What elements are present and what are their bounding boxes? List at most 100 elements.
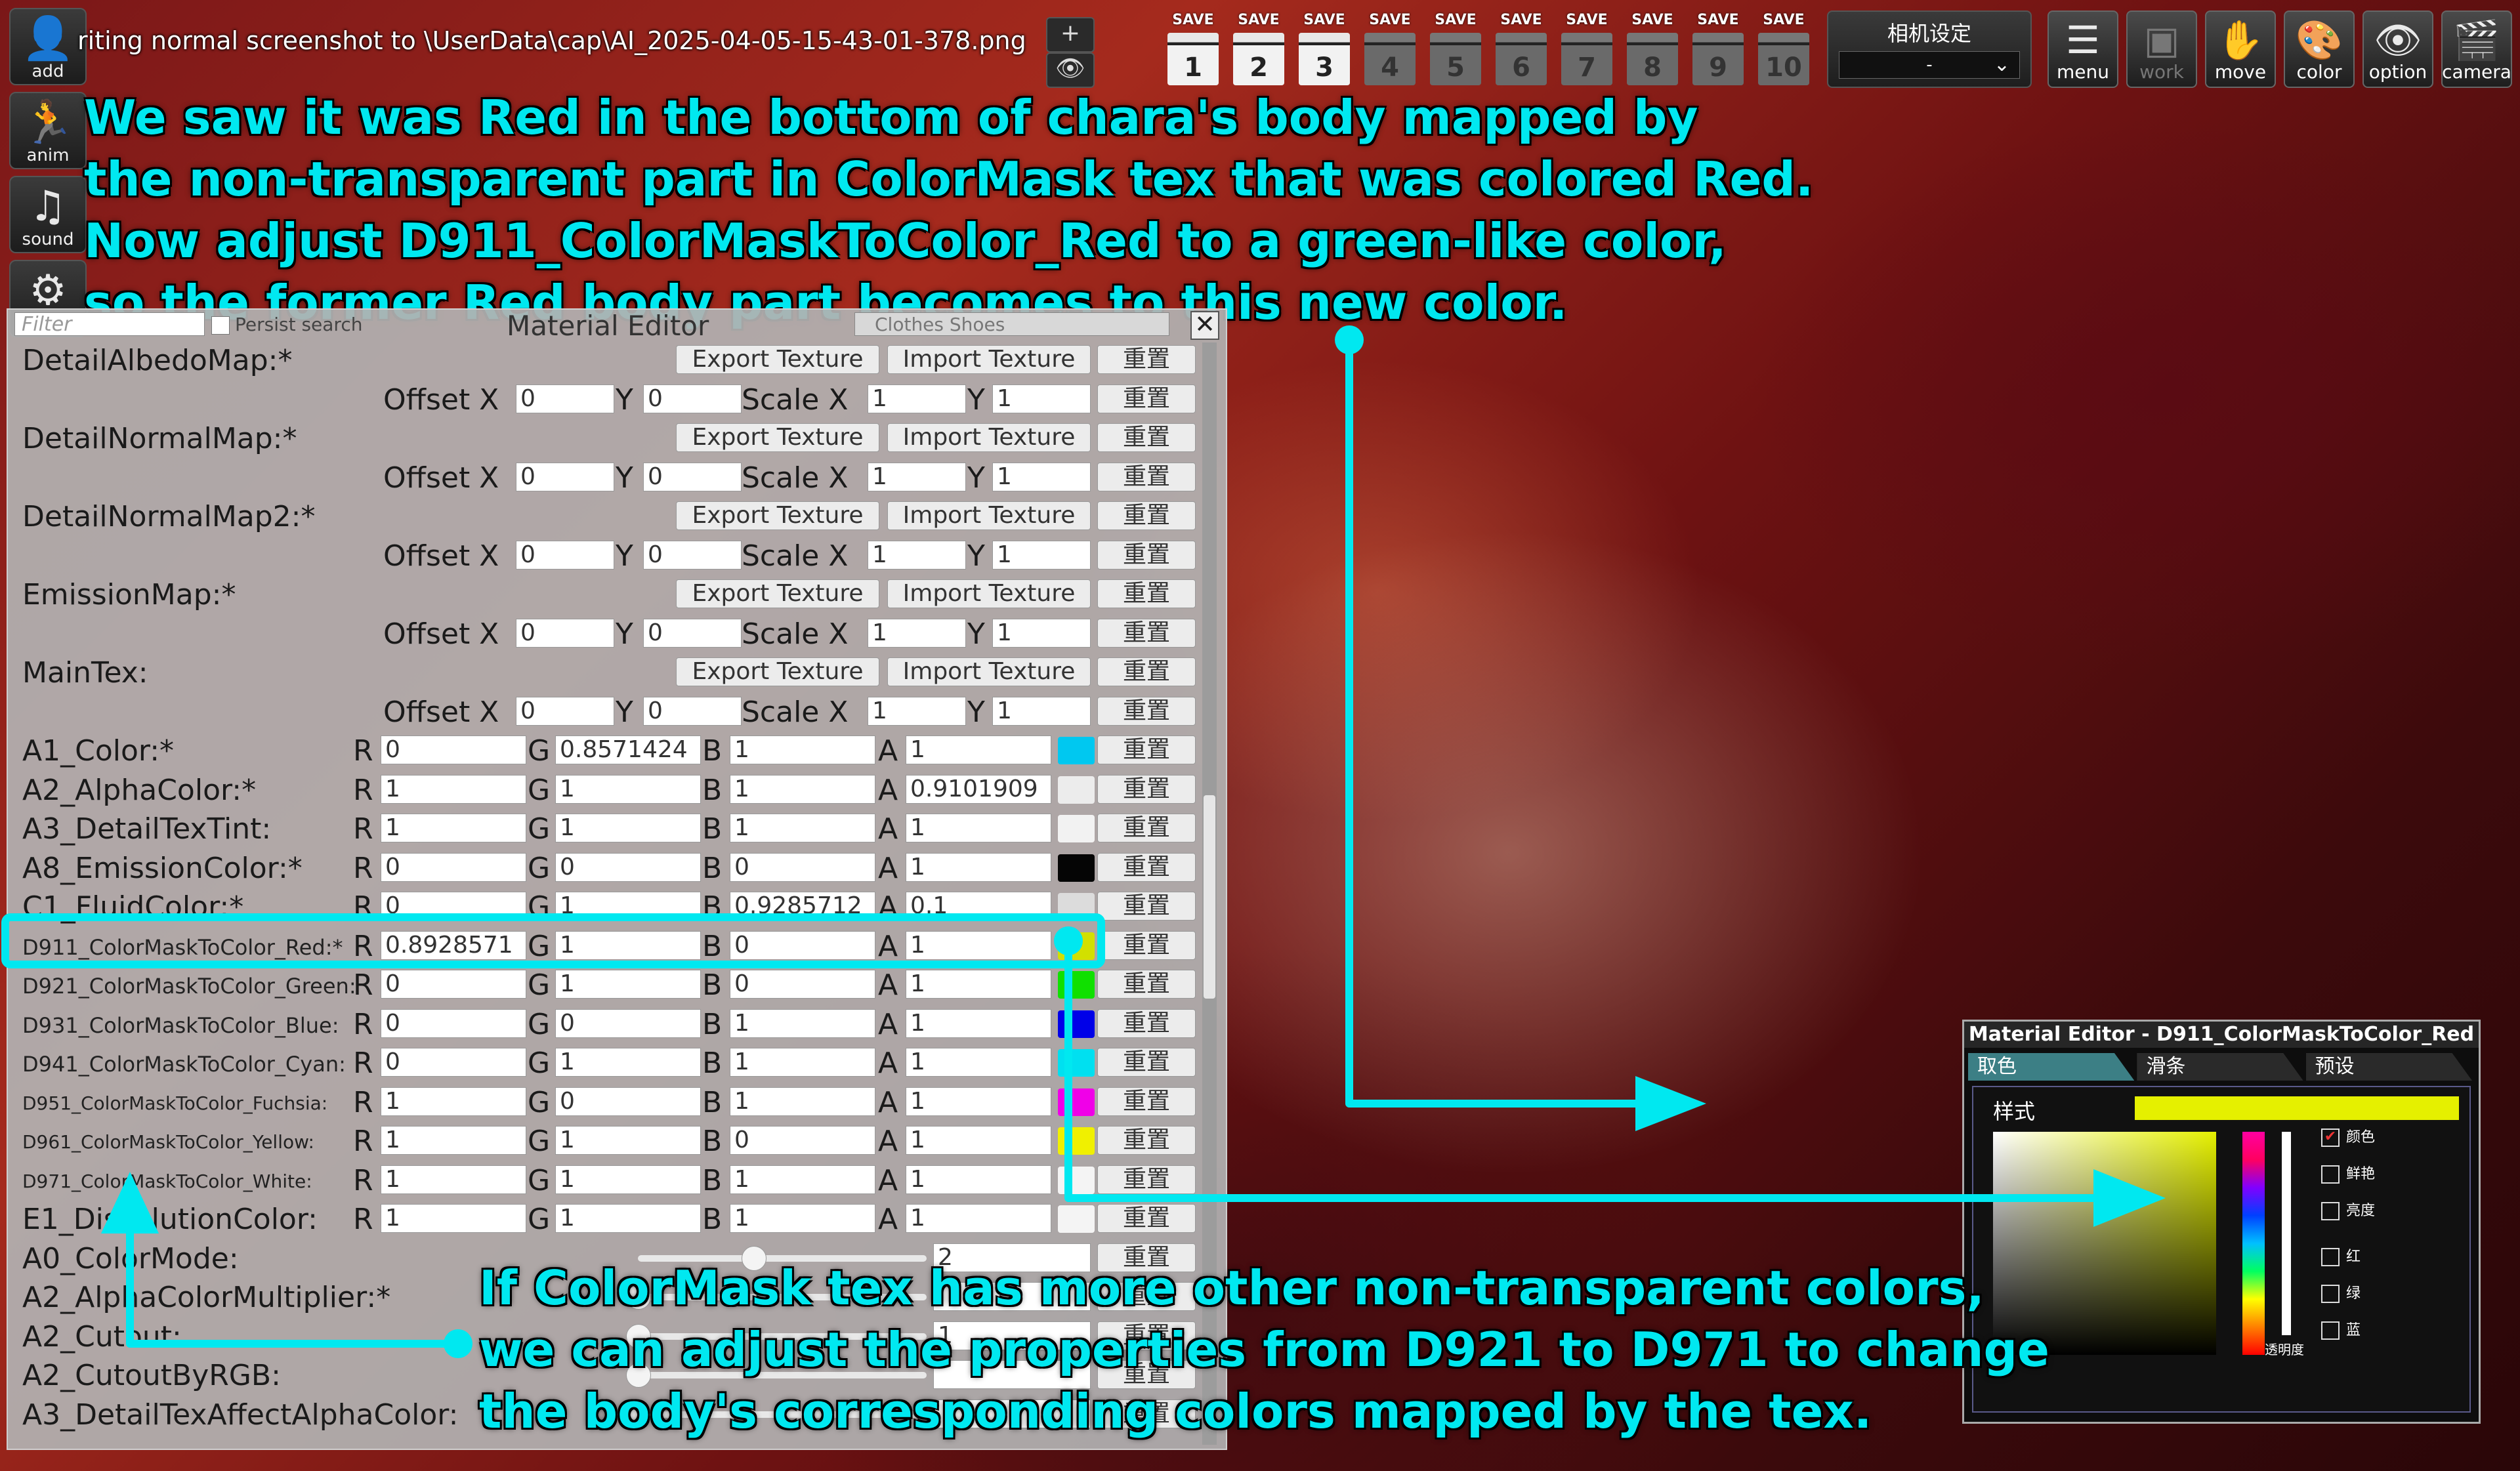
import-texture-button[interactable]: Import Texture [887,501,1091,530]
reset-button[interactable]: 重置 [1097,657,1196,686]
save-slot-3[interactable]: SAVE 3 [1297,12,1352,88]
save-slot-8[interactable]: SAVE 8 [1625,12,1680,88]
scrollbar-thumb[interactable] [1204,795,1215,999]
reset-button[interactable]: 重置 [1097,462,1196,491]
b-field[interactable]: 0 [730,970,875,999]
offset-y-field[interactable]: 0 [643,696,742,726]
b-field[interactable]: 1 [730,1204,875,1233]
color-swatch[interactable] [1058,1088,1095,1116]
save-slot-7[interactable]: SAVE 7 [1559,12,1614,88]
r-field[interactable]: 1 [381,1204,526,1233]
reset-button[interactable]: 重置 [1097,1204,1196,1233]
color-swatch[interactable] [1058,854,1095,882]
eye-small-button[interactable]: 👁 [1046,52,1095,88]
r-field[interactable]: 0.8928571 [381,930,526,960]
hue-slider[interactable] [2242,1132,2265,1355]
color-swatch[interactable] [1058,1049,1095,1077]
save-slot-6[interactable]: SAVE 6 [1494,12,1549,88]
a-field[interactable]: 1 [906,1048,1051,1077]
export-texture-button[interactable]: Export Texture [676,423,879,452]
scale-x-field[interactable]: 1 [868,540,966,570]
clothes-dropdown[interactable]: Clothes Shoes [854,312,1169,336]
r-field[interactable]: 0 [381,1008,526,1038]
side-tool-anim[interactable]: 🏃 anim [9,92,87,169]
camera-settings-select[interactable]: - ⌄ [1839,51,2020,79]
tool-move-button[interactable]: ✋ move [2205,10,2276,88]
reset-button[interactable]: 重置 [1097,696,1196,726]
r-field[interactable]: 0 [381,852,526,882]
reset-button[interactable]: 重置 [1097,852,1196,882]
add-small-button[interactable]: + [1046,17,1095,52]
option-5[interactable]: 蓝 [2321,1318,2361,1340]
offset-x-field[interactable]: 0 [516,696,614,726]
color-swatch[interactable] [1058,932,1095,960]
save-slot-1[interactable]: SAVE 1 [1166,12,1221,88]
option-2[interactable]: 亮度 [2321,1199,2375,1220]
scale-y-field[interactable]: 1 [992,540,1091,570]
save-slot-9[interactable]: SAVE 9 [1690,12,1746,88]
b-field[interactable]: 1 [730,1087,875,1116]
save-slot-4[interactable]: SAVE 4 [1362,12,1418,88]
b-field[interactable]: 1 [730,736,875,764]
offset-y-field[interactable]: 0 [643,618,742,648]
alpha-slider[interactable] [2282,1132,2291,1335]
scale-y-field[interactable]: 1 [992,384,1091,413]
scale-y-field[interactable]: 1 [992,696,1091,726]
g-field[interactable]: 1 [555,814,701,842]
reset-button[interactable]: 重置 [1097,423,1196,452]
g-field[interactable]: 1 [555,774,701,804]
scale-x-field[interactable]: 1 [868,618,966,648]
a-field[interactable]: 1 [906,852,1051,882]
option-4[interactable]: 绿 [2321,1281,2361,1303]
tool-camera-button[interactable]: 🎬 camera [2441,10,2512,88]
persist-search-toggle[interactable]: Persist search [211,314,362,335]
b-field[interactable]: 0 [730,1126,875,1155]
scale-x-field[interactable]: 1 [868,462,966,491]
reset-button[interactable]: 重置 [1097,1087,1196,1116]
scale-y-field[interactable]: 1 [992,462,1091,491]
r-field[interactable]: 0 [381,970,526,999]
color-swatch[interactable] [1058,893,1095,921]
g-field[interactable]: 0 [555,1008,701,1038]
r-field[interactable]: 0 [381,736,526,764]
option-1[interactable]: 鲜艳 [2321,1162,2375,1184]
scale-y-field[interactable]: 1 [992,618,1091,648]
a-field[interactable]: 1 [906,736,1051,764]
offset-x-field[interactable]: 0 [516,618,614,648]
tab-sliders[interactable]: 滑条 [2137,1053,2303,1081]
b-field[interactable]: 1 [730,774,875,804]
save-slot-2[interactable]: SAVE 2 [1231,12,1286,88]
import-texture-button[interactable]: Import Texture [887,345,1091,374]
color-swatch[interactable] [1058,776,1095,804]
g-field[interactable]: 1 [555,892,701,921]
offset-x-field[interactable]: 0 [516,384,614,413]
r-field[interactable]: 1 [381,774,526,804]
reset-button[interactable]: 重置 [1097,384,1196,413]
export-texture-button[interactable]: Export Texture [676,657,879,686]
reset-button[interactable]: 重置 [1097,540,1196,570]
reset-button[interactable]: 重置 [1097,1008,1196,1038]
b-field[interactable]: 1 [730,1048,875,1077]
export-texture-button[interactable]: Export Texture [676,501,879,530]
r-field[interactable]: 1 [381,1087,526,1116]
reset-button[interactable]: 重置 [1097,618,1196,648]
reset-button[interactable]: 重置 [1097,970,1196,999]
reset-button[interactable]: 重置 [1097,814,1196,842]
r-field[interactable]: 1 [381,814,526,842]
scale-x-field[interactable]: 1 [868,384,966,413]
a-field[interactable]: 1 [906,930,1051,960]
g-field[interactable]: 1 [555,1204,701,1233]
reset-button[interactable]: 重置 [1097,1165,1196,1194]
a-field[interactable]: 1 [906,1204,1051,1233]
offset-x-field[interactable]: 0 [516,462,614,491]
a-field[interactable]: 1 [906,1008,1051,1038]
save-slot-5[interactable]: SAVE 5 [1428,12,1483,88]
offset-y-field[interactable]: 0 [643,384,742,413]
g-field[interactable]: 0 [555,1087,701,1116]
option-0[interactable]: ✔ 颜色 [2321,1125,2375,1147]
offset-y-field[interactable]: 0 [643,462,742,491]
tool-menu-button[interactable]: ☰ menu [2048,10,2118,88]
reset-button[interactable]: 重置 [1097,345,1196,374]
import-texture-button[interactable]: Import Texture [887,579,1091,608]
camera-settings[interactable]: 相机设定 - ⌄ [1827,10,2032,88]
